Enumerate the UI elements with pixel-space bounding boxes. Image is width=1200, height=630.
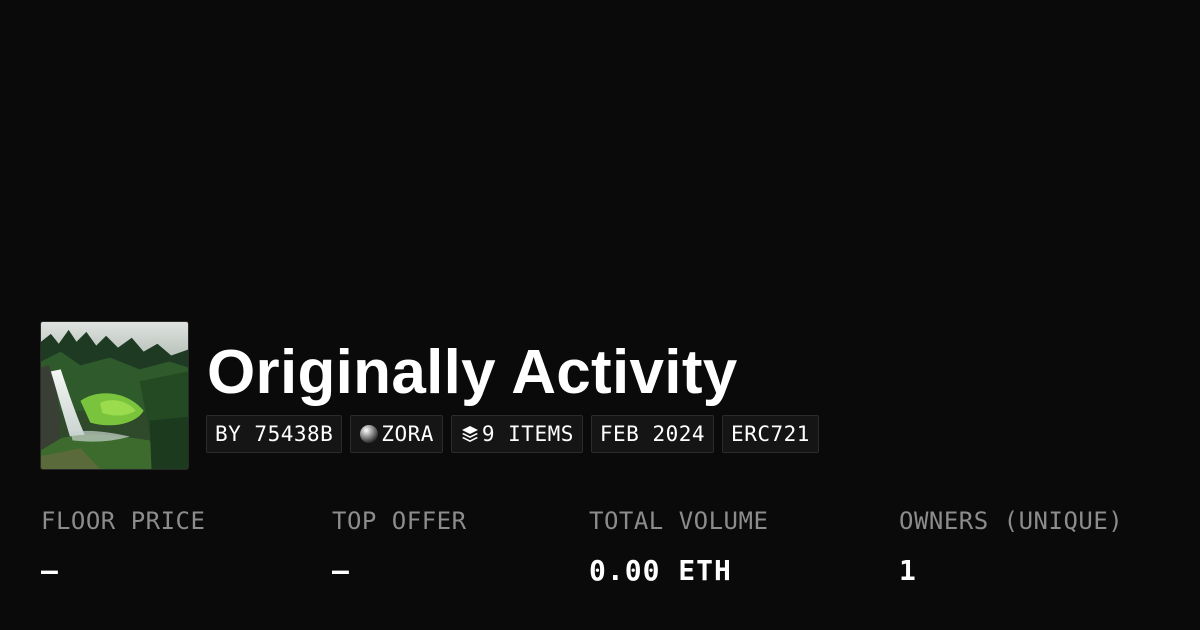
collection-meta-chips: BY 75438B ZORA 9 ITEMS FEB 2024 ERC721 [206,415,819,453]
total-volume-value: 0.00 ETH [589,554,732,587]
creator-chip-label: BY 75438B [215,422,334,446]
collection-thumbnail [40,321,189,470]
zora-orb-icon [359,424,379,444]
standard-chip-label: ERC721 [731,422,810,446]
top-offer-value: – [332,554,350,587]
network-chip-label: ZORA [381,422,434,446]
floor-price-stat: FLOOR PRICE – [41,503,205,589]
collection-share-card: Originally Activity BY 75438B ZORA 9 ITE… [0,0,1200,630]
collection-title: Originally Activity [207,338,738,407]
top-offer-label: TOP OFFER [332,507,467,535]
owners-value: 1 [899,554,917,587]
standard-chip: ERC721 [722,415,819,453]
floor-price-label: FLOOR PRICE [41,507,206,535]
items-chip[interactable]: 9 ITEMS [450,415,583,453]
network-chip[interactable]: ZORA [350,415,443,453]
total-volume-stat: TOTAL VOLUME 0.00 ETH [589,503,768,589]
total-volume-label: TOTAL VOLUME [589,507,769,535]
date-chip: FEB 2024 [590,415,715,453]
items-chip-label: 9 ITEMS [481,422,574,446]
owners-stat: OWNERS (UNIQUE) 1 [899,503,1123,589]
date-chip-label: FEB 2024 [599,422,706,446]
floor-price-value: – [41,554,59,587]
creator-chip[interactable]: BY 75438B [206,415,343,453]
layers-stack-icon [460,424,480,444]
top-offer-stat: TOP OFFER – [332,503,467,589]
owners-label: OWNERS (UNIQUE) [899,507,1124,535]
